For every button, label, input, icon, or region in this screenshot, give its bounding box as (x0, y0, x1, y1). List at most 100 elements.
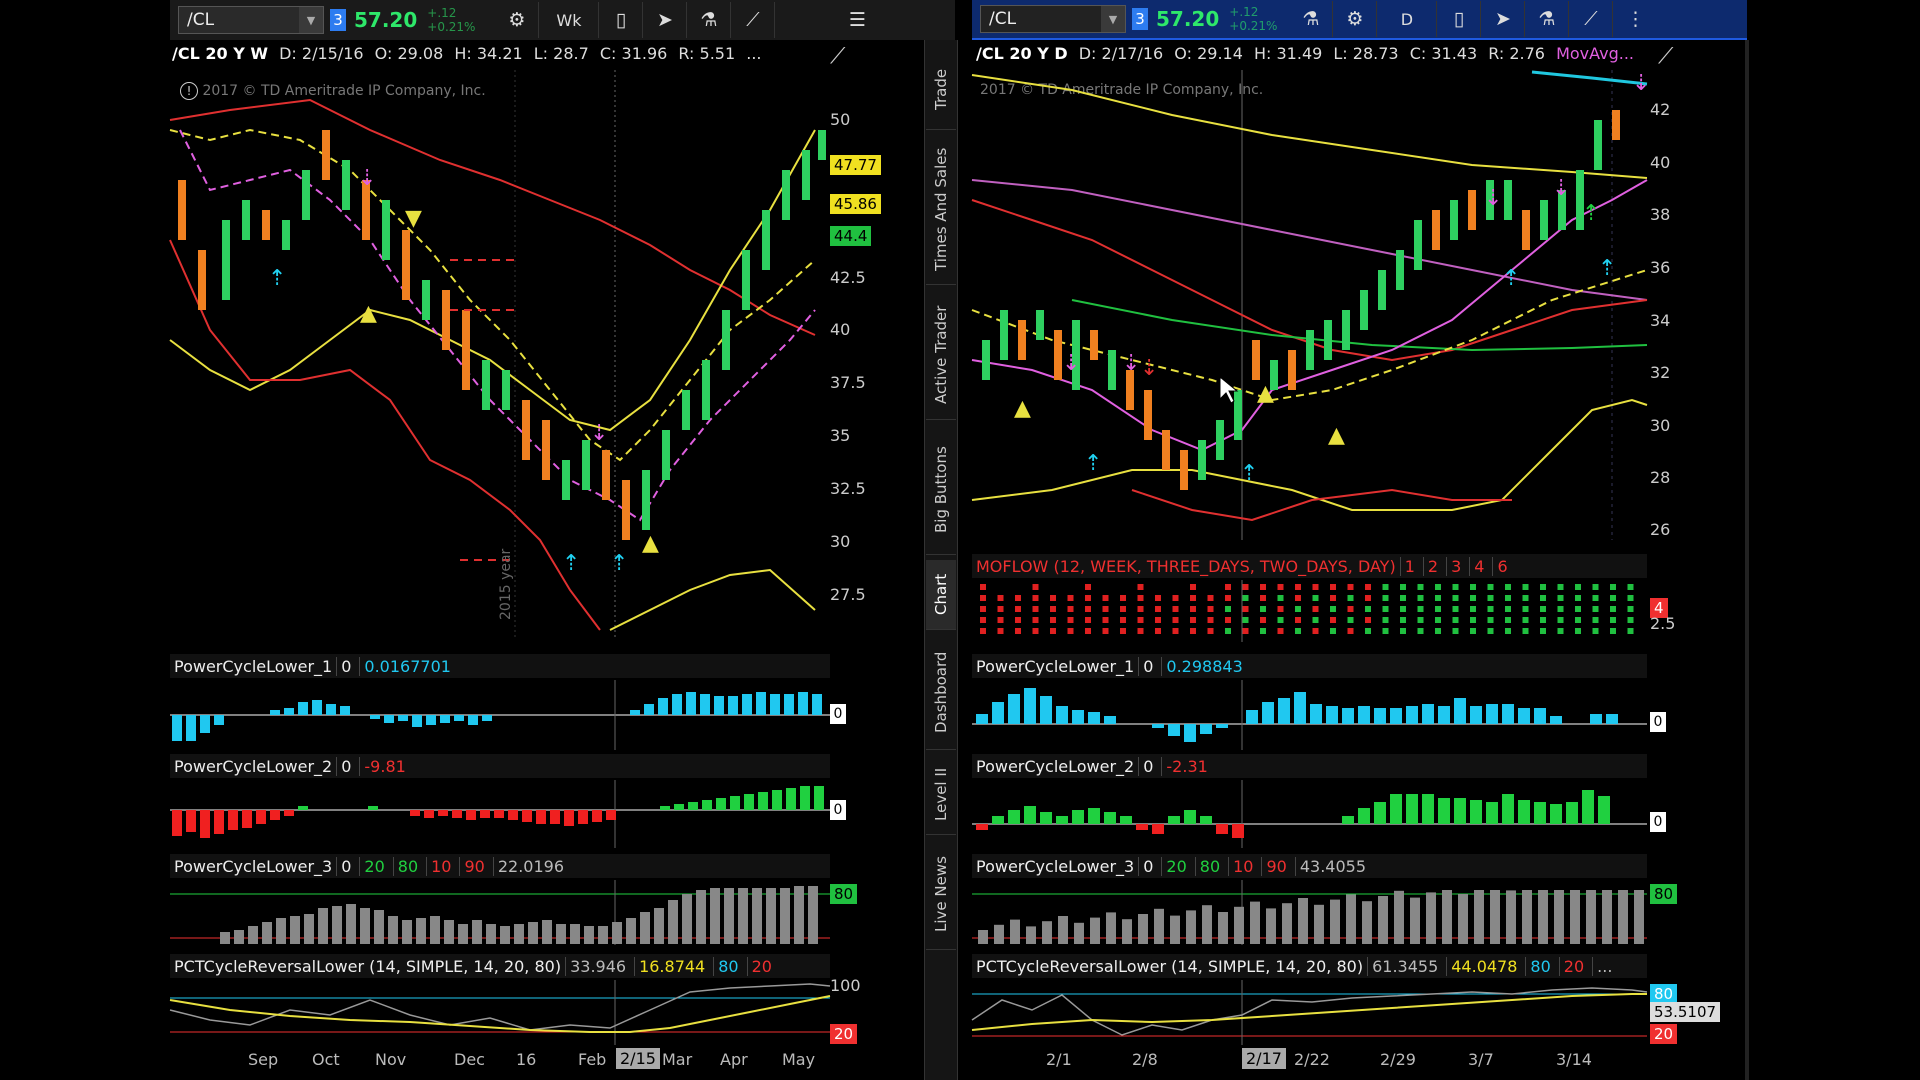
price-axis-label: 35 (830, 426, 851, 445)
aggregation-button[interactable]: D (1377, 1, 1438, 37)
study-value: 90 (459, 856, 488, 876)
study-tag-value: 53.5107 (1650, 1002, 1721, 1022)
link-group-badge[interactable]: 3 (330, 9, 346, 31)
zero-tag: 0 (1650, 712, 1666, 732)
moflow-num: 2 (1422, 556, 1442, 576)
change-percent: +0.21% (1229, 19, 1278, 33)
svg-text:⇣: ⇣ (1122, 351, 1140, 376)
tab-dashboard[interactable]: Dashboard (926, 635, 956, 750)
candle-style-icon[interactable]: ▯ (599, 2, 644, 38)
header-open: O: 29.08 (374, 44, 444, 63)
aggregation-button[interactable]: Wk (539, 2, 600, 38)
price-axis-label: 40 (1650, 153, 1671, 172)
header-date: D: 2/17/16 (1078, 44, 1164, 63)
cyan-moving-average (1531, 70, 1648, 86)
menu-list-icon[interactable]: ☰ (835, 2, 879, 38)
axis-top-label: 100 (830, 976, 861, 995)
gear-icon[interactable]: ⚙ (495, 2, 540, 38)
chart-settings-icon[interactable]: ⟋ (1658, 44, 1673, 69)
studies-flask-icon[interactable]: ⚗ (1289, 1, 1334, 37)
x-axis-label: 2/1 (1046, 1050, 1072, 1069)
period-label: 2015 year (498, 548, 514, 620)
tab-big-buttons[interactable]: Big Buttons (926, 425, 956, 555)
symbol-selector[interactable]: /CL ▼ (980, 5, 1126, 33)
svg-text:⇡: ⇡ (562, 551, 580, 576)
price-axis-label: 38 (1650, 205, 1671, 224)
tab-times-and-sales[interactable]: Times And Sales (926, 135, 956, 285)
study-value: 20 (1161, 856, 1190, 876)
header-date: D: 2/15/16 (279, 44, 364, 63)
x-axis-label: Sep (248, 1050, 279, 1069)
x-axis-label: 3/7 (1468, 1050, 1494, 1069)
tab-level-ii[interactable]: Level II (926, 755, 956, 835)
svg-text:▲: ▲ (1014, 396, 1031, 421)
change-percent: +0.21% (427, 20, 476, 34)
study-name: PCTCycleReversalLower (14, SIMPLE, 14, 2… (976, 956, 1364, 976)
menu-grip-icon[interactable]: ⋮ (1613, 1, 1657, 37)
price-change: +.12 +0.21% (1229, 5, 1277, 33)
symbol-selector[interactable]: /CL ▼ (178, 6, 324, 34)
svg-text:⇣: ⇣ (1632, 71, 1650, 96)
study-value: 33.946 (565, 956, 630, 976)
drawing-flask-icon[interactable]: ⚗ (1525, 1, 1570, 37)
chevron-down-icon[interactable]: ▼ (1101, 6, 1125, 32)
x-axis-label: Mar (662, 1050, 693, 1069)
left-chart-panel: /CL ▼ 3 57.20 +.12 +0.21% ⚙ Wk ▯ ➤ ⚗ ⟋ ☰… (169, 0, 955, 1080)
tab-active-trader[interactable]: Active Trader (926, 290, 956, 420)
header-study[interactable]: MovAvg... (1556, 44, 1634, 63)
study-label: PCTCycleReversalLower (14, SIMPLE, 14, 2… (972, 954, 1647, 978)
candle-style-icon[interactable]: ▯ (1437, 1, 1482, 37)
study-label: PCTCycleReversalLower (14, SIMPLE, 14, 2… (170, 954, 830, 978)
candlesticks (982, 110, 1620, 490)
left-price-chart[interactable]: ⇡ ⇣ ▼ ▲ ⇣ ⇡ ⇡ ▲ 2015 year (169, 70, 830, 640)
yellow-upper-line (971, 74, 1648, 179)
svg-text:⇡: ⇡ (1240, 461, 1258, 486)
yellow-lower-band (971, 398, 1648, 511)
study-value: 44.0478 (1446, 956, 1521, 976)
chart-header: /CL 20 Y D D: 2/17/16 O: 29.14 H: 31.49 … (976, 44, 1656, 70)
gear-icon[interactable]: ⚙ (1333, 1, 1378, 37)
link-group-badge[interactable]: 3 (1132, 8, 1148, 30)
candlesticks (178, 130, 826, 540)
study-value: 0.0167701 (359, 656, 455, 676)
x-axis-label: May (782, 1050, 816, 1069)
study-value: 10 (426, 856, 455, 876)
price-axis-label: 50 (830, 110, 851, 129)
moflow-name: MOFLOW (12, WEEK, THREE_DAYS, TWO_DAYS, … (976, 556, 1396, 576)
header-close: C: 31.43 (1409, 44, 1478, 63)
price-axis-label: 32 (1650, 363, 1671, 382)
study-value: 0 (336, 756, 355, 776)
header-more[interactable]: ... (746, 44, 761, 63)
drawing-tools-icon[interactable]: ⟋ (1569, 1, 1614, 37)
tab-chart[interactable]: Chart (926, 560, 956, 630)
right-price-chart[interactable]: ⇣ ⇣ ⇣ ▲ ⇡ ⇡ ▲ ▲ ⇣ ⇣ ⇡ ⇡ ⇡ ⇣ (971, 70, 1650, 540)
study-tag-cyan: 80 (1650, 984, 1678, 1004)
tab-trade[interactable]: Trade (926, 50, 956, 130)
chart-settings-icon[interactable]: ⟋ (830, 44, 845, 69)
header-range: R: 2.76 (1488, 44, 1545, 63)
study-label: PowerCycleLower_2 0 -9.81 (170, 754, 830, 778)
study-value: 43.4055 (1294, 856, 1370, 876)
header-range: R: 5.51 (678, 44, 736, 63)
chevron-down-icon[interactable]: ▼ (299, 7, 323, 33)
tab-live-news[interactable]: Live News (926, 840, 956, 950)
x-axis-label: Oct (312, 1050, 340, 1069)
moflow-label: MOFLOW (12, WEEK, THREE_DAYS, TWO_DAYS, … (972, 554, 1647, 578)
cursor-icon[interactable]: ➤ (643, 2, 688, 38)
studies-flask-icon[interactable]: ⚗ (687, 2, 732, 38)
scrollbar[interactable] (1745, 40, 1749, 1080)
price-axis-label: 42 (1650, 100, 1671, 119)
magenta-dashed-line (179, 129, 816, 522)
change-value: +.12 (427, 6, 457, 20)
svg-text:⇡: ⇡ (268, 266, 286, 291)
moflow-axis-label: 2.5 (1650, 614, 1676, 633)
study-name: PowerCycleLower_2 (976, 756, 1135, 776)
svg-text:▼: ▼ (405, 206, 422, 231)
drawing-tools-icon[interactable]: ⟋ (731, 2, 776, 38)
study-2-histogram (170, 780, 830, 848)
study-value: -9.81 (359, 756, 409, 776)
chart-title: /CL 20 Y W (172, 44, 268, 63)
price-axis-label: 36 (1650, 258, 1671, 277)
cursor-icon[interactable]: ➤ (1481, 1, 1526, 37)
red-lower-band (1131, 488, 1512, 522)
